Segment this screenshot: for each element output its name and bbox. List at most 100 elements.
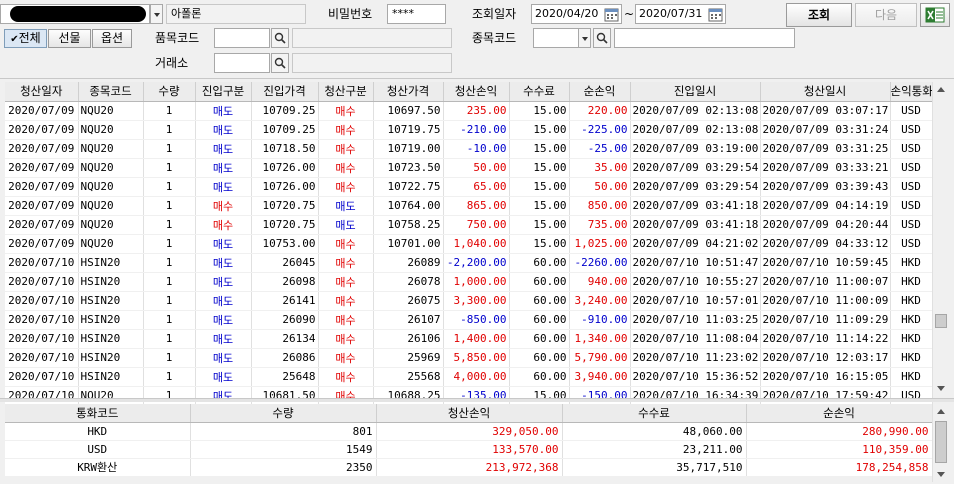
- account-dropdown-button[interactable]: [150, 4, 163, 24]
- table-cell: 1: [143, 139, 196, 159]
- grid-column-header[interactable]: 청산구분: [318, 82, 374, 102]
- table-cell: NQU20: [78, 120, 144, 140]
- table-cell: 26107: [373, 310, 444, 330]
- grid-column-header[interactable]: 순손익: [569, 82, 631, 102]
- item-code-input[interactable]: [214, 28, 270, 48]
- table-cell: 1: [143, 234, 196, 254]
- table-row[interactable]: 2020/07/09 NQU20 1 매수 10720.75 매도 10758.25 750.…: [5, 215, 933, 235]
- exchange-input[interactable]: [214, 53, 270, 73]
- table-row[interactable]: 2020/07/10 HSIN20 1 매도 26086 매수 25969 5,850.00 6…: [5, 348, 933, 368]
- table-cell: 2020/07/10 10:51:47: [630, 253, 761, 273]
- table-row[interactable]: 2020/07/10 HSIN20 1 매도 25648 매수 25568 4,000.00 6…: [5, 367, 933, 387]
- table-row[interactable]: 2020/07/10 HSIN20 1 매도 26045 매수 26089 -2,200.00…: [5, 253, 933, 273]
- search-button[interactable]: 조회: [786, 3, 852, 27]
- tab-all[interactable]: ✔전체: [4, 29, 47, 48]
- table-cell: 2020/07/09 03:19:00: [630, 139, 761, 159]
- table-cell: 2020/07/10 16:34:39: [630, 386, 761, 406]
- grid-column-header[interactable]: 진입가격: [251, 82, 319, 102]
- table-row[interactable]: 2020/07/10 HSIN20 1 매도 26098 매수 26078 1,000.00 6…: [5, 272, 933, 292]
- grid-column-header[interactable]: 진입일시: [630, 82, 761, 102]
- grid-column-header[interactable]: 청산손익: [443, 82, 510, 102]
- summary-row[interactable]: HKD 801 329,050.00 48,060.00 280,990.00: [5, 422, 933, 441]
- table-cell: 26141: [251, 291, 319, 311]
- symbol-name-field: [614, 28, 795, 48]
- summary-cell: 1549: [190, 440, 377, 459]
- scroll-up-arrow[interactable]: [933, 404, 949, 420]
- table-cell: 940.00: [569, 272, 631, 292]
- table-cell: 25969: [373, 348, 444, 368]
- calendar-icon[interactable]: [604, 7, 619, 22]
- table-cell: HKD: [890, 329, 933, 349]
- grid-column-header[interactable]: 진입구분: [195, 82, 252, 102]
- table-cell: 3,240.00: [569, 291, 631, 311]
- table-cell: 10719.75: [373, 120, 444, 140]
- summary-cell: 213,972,368: [376, 458, 563, 477]
- table-row[interactable]: 2020/07/09 NQU20 1 매도 10709.25 매수 10697.50 235.…: [5, 101, 933, 121]
- table-row[interactable]: 2020/07/10 HSIN20 1 매도 26141 매수 26075 3,300.00 6…: [5, 291, 933, 311]
- excel-export-button[interactable]: [920, 3, 950, 27]
- tab-options[interactable]: 옵션: [92, 29, 132, 48]
- next-button[interactable]: 다음: [855, 3, 917, 27]
- table-row[interactable]: 2020/07/10 HSIN20 1 매도 26134 매수 26106 1,400.00 6…: [5, 329, 933, 349]
- table-cell: 2020/07/09 03:07:17: [760, 101, 891, 121]
- table-cell: USD: [890, 177, 933, 197]
- grid-column-header[interactable]: 손익통화: [890, 82, 933, 102]
- scroll-thumb[interactable]: [935, 314, 947, 328]
- table-cell: 매도: [195, 348, 252, 368]
- table-row[interactable]: 2020/07/10 NQU20 1 매도 10681.50 매수 10688.25 -135…: [5, 386, 933, 406]
- table-row[interactable]: 2020/07/09 NQU20 1 매수 10720.75 매도 10764.00 865.…: [5, 196, 933, 216]
- table-cell: 865.00: [443, 196, 510, 216]
- scroll-up-arrow[interactable]: [933, 82, 949, 98]
- summary-column-header[interactable]: 순손익: [746, 404, 933, 423]
- table-row[interactable]: 2020/07/09 NQU20 1 매도 10718.50 매수 10719.00 -10.…: [5, 139, 933, 159]
- summary-row[interactable]: USD 1549 133,570.00 23,211.00 110,359.00: [5, 440, 933, 459]
- table-cell: 26089: [373, 253, 444, 273]
- scroll-down-arrow[interactable]: [933, 466, 949, 482]
- calendar-icon[interactable]: [708, 7, 723, 22]
- summary-column-header[interactable]: 청산손익: [376, 404, 563, 423]
- summary-column-header[interactable]: 통화코드: [5, 404, 191, 423]
- item-code-search-button[interactable]: [271, 28, 289, 48]
- table-cell: 10720.75: [251, 196, 319, 216]
- table-cell: -25.00: [569, 139, 631, 159]
- summary-cell: 2350: [190, 458, 377, 477]
- table-cell: 2020/07/09 03:33:21: [760, 158, 891, 178]
- splitter[interactable]: [0, 398, 954, 402]
- symbol-code-input[interactable]: [533, 28, 579, 48]
- table-row[interactable]: 2020/07/09 NQU20 1 매도 10726.00 매수 10723.50 50.0…: [5, 158, 933, 178]
- summary-column-header[interactable]: 수량: [190, 404, 377, 423]
- table-cell: 매도: [195, 367, 252, 387]
- grid-column-header[interactable]: 청산일자: [5, 82, 79, 102]
- grid-column-header[interactable]: 청산일시: [760, 82, 891, 102]
- summary-column-header[interactable]: 수수료: [562, 404, 747, 423]
- password-input[interactable]: ****: [387, 4, 446, 24]
- exchange-name-field: [292, 53, 452, 73]
- date-to-input[interactable]: 2020/07/31: [635, 4, 726, 24]
- table-cell: 26086: [251, 348, 319, 368]
- table-cell: 5,790.00: [569, 348, 631, 368]
- grid-vertical-scrollbar[interactable]: [932, 82, 949, 396]
- date-from-input[interactable]: 2020/04/20: [531, 4, 622, 24]
- grid-column-header[interactable]: 수량: [143, 82, 196, 102]
- exchange-search-button[interactable]: [271, 53, 289, 73]
- table-row[interactable]: 2020/07/09 NQU20 1 매도 10726.00 매수 10722.75 65.0…: [5, 177, 933, 197]
- table-row[interactable]: 2020/07/09 NQU20 1 매도 10753.00 매수 10701.00 1,04…: [5, 234, 933, 254]
- table-cell: 2020/07/10 11:00:07: [760, 272, 891, 292]
- scroll-down-arrow[interactable]: [933, 380, 949, 396]
- symbol-dropdown-button[interactable]: [578, 28, 591, 48]
- table-row[interactable]: 2020/07/10 HSIN20 1 매도 26090 매수 26107 -850.00 60…: [5, 310, 933, 330]
- table-cell: 60.00: [509, 367, 570, 387]
- summary-vertical-scrollbar[interactable]: [932, 404, 949, 482]
- table-cell: 2020/07/09 04:14:19: [760, 196, 891, 216]
- table-cell: 2020/07/09 04:33:12: [760, 234, 891, 254]
- table-cell: USD: [890, 139, 933, 159]
- symbol-search-button[interactable]: [593, 28, 611, 48]
- scroll-thumb[interactable]: [935, 421, 947, 463]
- grid-column-header[interactable]: 청산가격: [373, 82, 444, 102]
- tab-futures[interactable]: 선물: [48, 29, 91, 48]
- table-cell: 60.00: [509, 348, 570, 368]
- grid-column-header[interactable]: 종목코드: [78, 82, 144, 102]
- grid-column-header[interactable]: 수수료: [509, 82, 570, 102]
- table-row[interactable]: 2020/07/09 NQU20 1 매도 10709.25 매수 10719.75 -210…: [5, 120, 933, 140]
- summary-row[interactable]: KRW환산 2350 213,972,368 35,717,510 178,254,85…: [5, 458, 933, 477]
